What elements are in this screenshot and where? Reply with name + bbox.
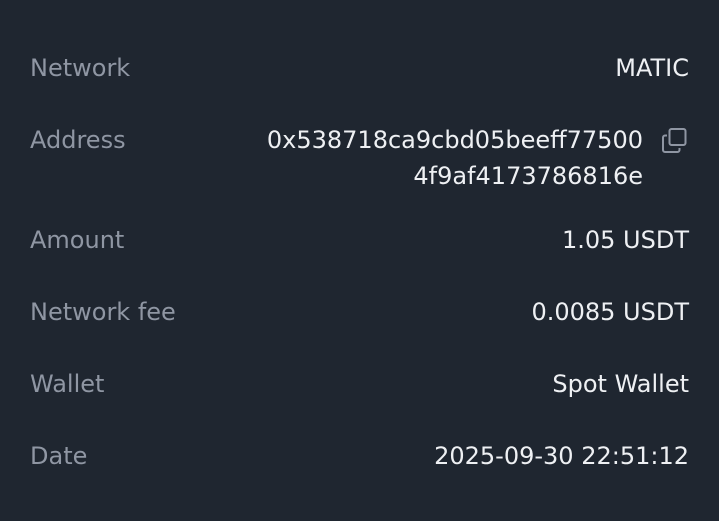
network-fee-row: Network fee 0.0085 USDT: [30, 294, 689, 330]
address-line-1: 0x538718ca9cbd05beeff77500: [266, 126, 643, 154]
wallet-value: Spot Wallet: [552, 370, 689, 398]
date-label: Date: [30, 442, 88, 470]
address-row: Address 0x538718ca9cbd05beeff77500 4f9af…: [30, 122, 689, 194]
network-fee-label: Network fee: [30, 298, 176, 326]
network-row: Network MATIC: [30, 50, 689, 86]
wallet-row: Wallet Spot Wallet: [30, 366, 689, 402]
withdrawal-details-panel: Network MATIC Address 0x538718ca9cbd05be…: [0, 0, 719, 521]
date-row: Date 2025-09-30 22:51:12: [30, 438, 689, 474]
amount-label: Amount: [30, 226, 125, 254]
network-label: Network: [30, 54, 131, 82]
address-label: Address: [30, 126, 126, 154]
date-value: 2025-09-30 22:51:12: [434, 442, 689, 470]
address-value[interactable]: 0x538718ca9cbd05beeff77500 4f9af41737868…: [267, 122, 643, 194]
amount-value: 1.05 USDT: [561, 226, 689, 254]
network-fee-value: 0.0085 USDT: [531, 298, 689, 326]
copy-address-button[interactable]: [659, 125, 689, 155]
amount-row: Amount 1.05 USDT: [30, 222, 689, 258]
address-value-group: 0x538718ca9cbd05beeff77500 4f9af41737868…: [267, 122, 689, 194]
address-line-2: 4f9af4173786816e: [413, 162, 643, 190]
wallet-label: Wallet: [30, 370, 105, 398]
copy-icon: [661, 127, 686, 153]
network-value: MATIC: [615, 54, 689, 82]
